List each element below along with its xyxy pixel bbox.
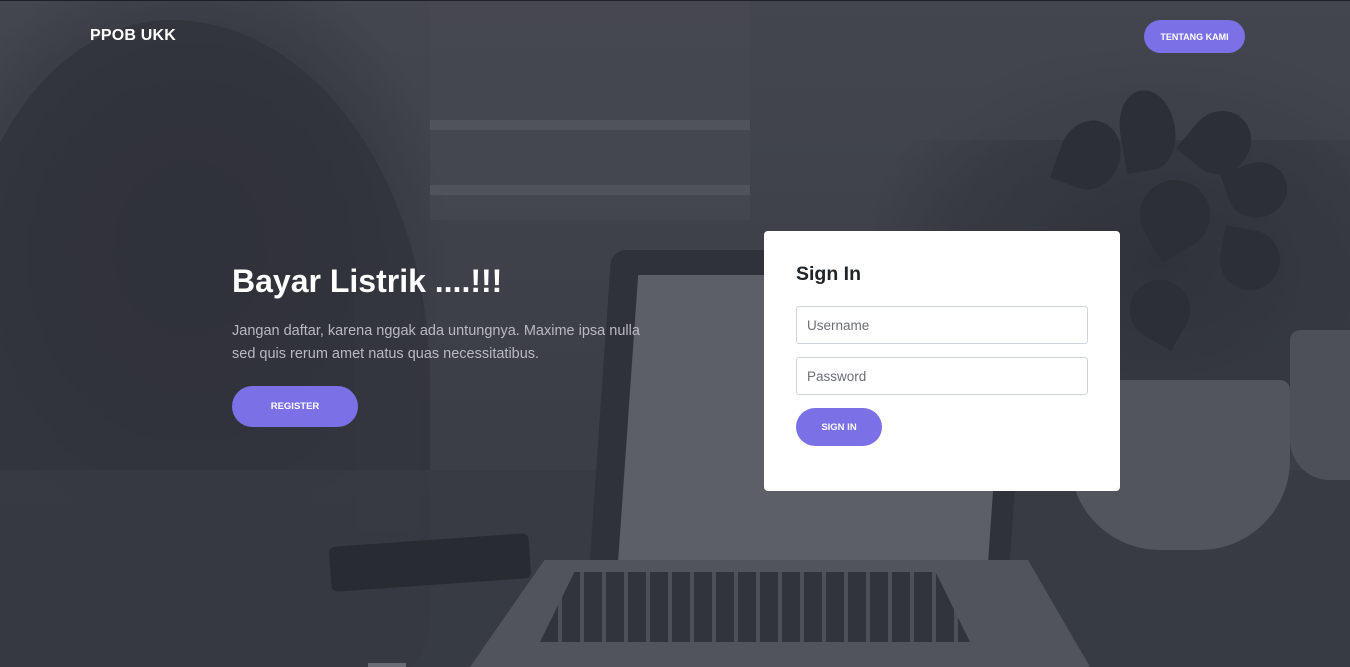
hero-title: Bayar Listrik ....!!!: [232, 263, 503, 299]
register-button[interactable]: REGISTER: [232, 386, 358, 427]
signin-card: Sign In SIGN IN: [764, 231, 1120, 491]
scrollbar-indicator: [368, 663, 406, 667]
brand-logo[interactable]: PPOB UKK: [90, 27, 176, 45]
background-overlay: [0, 0, 1350, 667]
top-border: [0, 0, 1350, 1]
signin-title: Sign In: [796, 263, 861, 285]
about-us-button[interactable]: TENTANG KAMI: [1144, 20, 1245, 53]
signin-button[interactable]: SIGN IN: [796, 408, 882, 446]
username-input[interactable]: [796, 306, 1088, 344]
hero-description: Jangan daftar, karena nggak ada untungny…: [232, 323, 640, 362]
password-input[interactable]: [796, 357, 1088, 395]
